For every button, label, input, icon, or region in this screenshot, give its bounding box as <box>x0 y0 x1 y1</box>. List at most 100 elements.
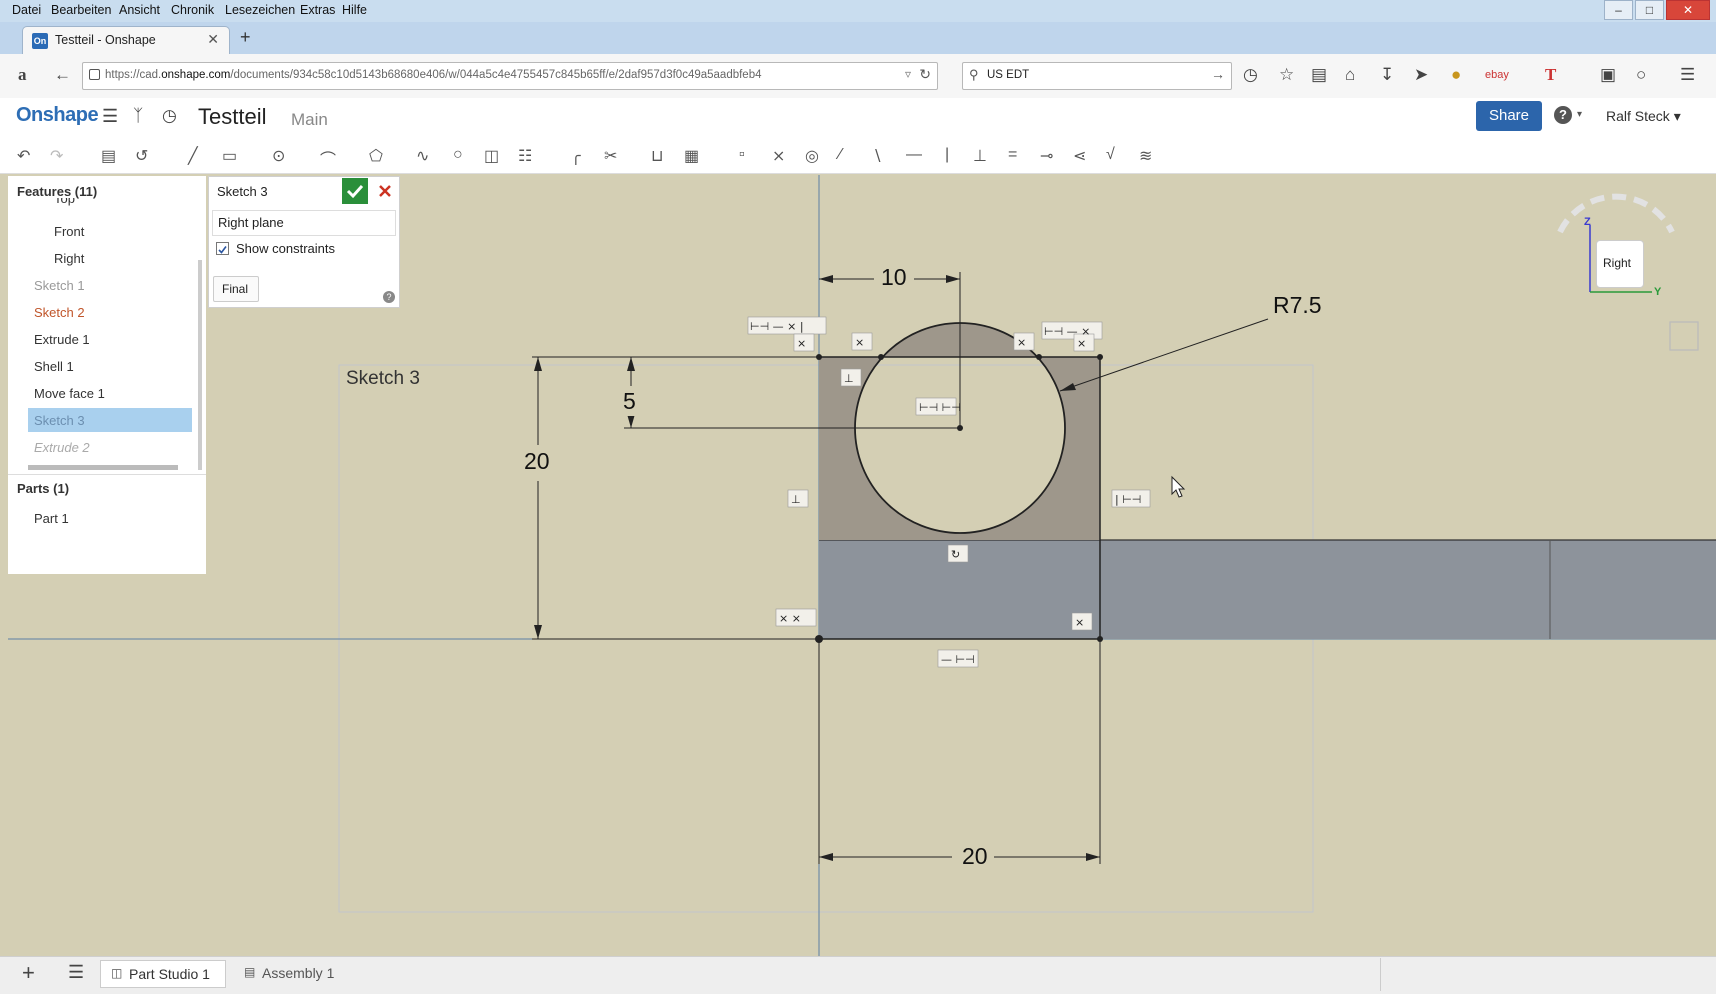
final-button[interactable]: Final <box>213 276 259 302</box>
menu-datei[interactable]: Datei <box>12 3 41 17</box>
chat-icon[interactable]: ○ <box>1636 65 1646 85</box>
sketch-dialog-title[interactable]: Sketch 3 <box>217 184 268 199</box>
menu-chronik[interactable]: Chronik <box>171 3 214 17</box>
mirror-icon[interactable]: ☷ <box>518 146 532 166</box>
search-bar[interactable]: ⚲ US EDT → <box>962 62 1232 90</box>
coincident-icon[interactable]: ⨯ <box>772 146 785 166</box>
offset-icon[interactable]: ⊔ <box>651 146 663 166</box>
circle-icon[interactable]: ⊙ <box>272 146 285 166</box>
feature-item-sketch-1[interactable]: Sketch 1 <box>34 278 85 293</box>
onshape-logo[interactable]: Onshape <box>16 104 99 127</box>
use-icon[interactable]: ↺ <box>135 146 148 166</box>
perpendicular-icon[interactable]: ⊥ <box>973 146 987 166</box>
new-tab-icon[interactable]: + <box>240 27 251 48</box>
feature-item-front[interactable]: Front <box>54 224 84 239</box>
feature-item-move-face-1[interactable]: Move face 1 <box>34 386 105 401</box>
dialog-help-icon[interactable]: ? <box>383 291 395 303</box>
bookmark-star-icon[interactable]: ☆ <box>1279 65 1294 85</box>
feature-item-extrude-1[interactable]: Extrude 1 <box>34 332 90 347</box>
parallel-icon[interactable]: ∕ <box>839 146 842 164</box>
spline-icon[interactable]: ∿ <box>416 146 429 166</box>
dimension-width-20[interactable]: 20 <box>962 843 988 870</box>
sketch-icon[interactable]: ▤ <box>101 146 116 166</box>
browser-tab[interactable]: On Testteil - Onshape ✕ <box>22 26 230 55</box>
history-clock-icon[interactable]: ◷ <box>162 106 177 126</box>
feature-item-sketch-3[interactable]: Sketch 3 <box>34 413 85 428</box>
share-button[interactable]: Share <box>1476 101 1542 131</box>
equal-icon[interactable]: = <box>1008 146 1017 164</box>
cancel-sketch-button[interactable] <box>374 178 396 204</box>
vertical-icon[interactable]: | <box>945 146 949 164</box>
trim-icon[interactable]: ✂ <box>604 146 617 166</box>
dimension-10[interactable]: 10 <box>881 264 907 291</box>
maximize-icon[interactable]: □ <box>1635 0 1664 20</box>
send-icon[interactable]: ➤ <box>1414 65 1428 85</box>
screenshot-icon[interactable]: ▣ <box>1600 65 1616 85</box>
user-menu[interactable]: Ralf Steck ▾ <box>1606 108 1681 125</box>
document-title[interactable]: Testteil <box>198 104 266 130</box>
hamburger-menu-icon[interactable]: ☰ <box>1680 65 1695 85</box>
construction-icon[interactable]: ◫ <box>484 146 499 166</box>
tangent-icon[interactable]: ∖ <box>872 146 882 166</box>
menu-hilfe[interactable]: Hilfe <box>342 3 367 17</box>
history-icon[interactable]: ◷ <box>1243 65 1258 85</box>
dimension-icon[interactable]: ▫ <box>739 146 745 164</box>
undo-icon[interactable]: ↶ <box>17 146 30 166</box>
search-go-icon[interactable]: → <box>1211 66 1225 82</box>
redo-icon[interactable]: ↷ <box>50 146 63 166</box>
menu-bearbeiten[interactable]: Bearbeiten <box>51 3 111 17</box>
concentric-icon[interactable]: ◎ <box>805 146 819 166</box>
polygon-icon[interactable]: ⬠ <box>369 146 383 166</box>
minimize-icon[interactable]: – <box>1604 0 1633 20</box>
midpoint-icon[interactable]: ⊸ <box>1040 146 1053 166</box>
arc-icon[interactable]: ⌒ <box>320 146 336 170</box>
confirm-sketch-button[interactable] <box>342 178 368 204</box>
fix-icon[interactable]: ≋ <box>1139 146 1152 166</box>
sketch-plane-field[interactable]: Right plane <box>212 210 396 236</box>
help-icon[interactable]: ? <box>1554 106 1572 124</box>
menu-extras[interactable]: Extras <box>300 3 335 17</box>
extension-icon[interactable]: ● <box>1451 65 1461 85</box>
tab-assembly-1[interactable]: ▤ Assembly 1 <box>234 960 344 986</box>
view-cube[interactable]: Right <box>1596 240 1644 288</box>
point-icon[interactable]: ○ <box>453 146 463 164</box>
reload-icon[interactable]: ↻ <box>919 66 931 83</box>
help-dropdown-icon[interactable]: ▾ <box>1577 109 1582 120</box>
search-input[interactable]: US EDT <box>987 69 1029 81</box>
dropdown-icon[interactable]: ▿ <box>905 67 911 81</box>
feature-list-hscrollbar[interactable] <box>28 465 178 470</box>
show-constraints-checkbox[interactable] <box>216 242 229 255</box>
fillet-icon[interactable]: ╭ <box>571 146 581 166</box>
part-item-1[interactable]: Part 1 <box>34 511 69 526</box>
menu-lesezeichen[interactable]: Lesezeichen <box>225 3 295 17</box>
dimension-radius[interactable]: R7.5 <box>1273 292 1322 319</box>
url-bar[interactable]: https://cad.onshape.com/documents/934c58… <box>82 62 938 90</box>
dimension-height-20[interactable]: 20 <box>524 448 550 475</box>
feature-item-extrude-2[interactable]: Extrude 2 <box>34 440 90 455</box>
download-icon[interactable]: ↧ <box>1380 65 1394 85</box>
pattern-icon[interactable]: ▦ <box>684 146 699 166</box>
back-icon[interactable]: ← <box>54 65 71 85</box>
menu-ansicht[interactable]: Ansicht <box>119 3 160 17</box>
ebay-icon[interactable]: ebay <box>1485 69 1509 81</box>
feature-item-top[interactable]: Top <box>54 198 75 206</box>
feature-item-shell-1[interactable]: Shell 1 <box>34 359 74 374</box>
tab-list-icon[interactable]: ☰ <box>68 962 84 983</box>
t-extension-icon[interactable]: T <box>1545 65 1556 85</box>
close-window-icon[interactable]: ✕ <box>1666 0 1710 20</box>
parts-heading[interactable]: Parts (1) <box>17 481 69 496</box>
reading-list-icon[interactable]: ▤ <box>1311 65 1327 85</box>
pierce-icon[interactable]: √ <box>1106 146 1115 164</box>
view-options-icon[interactable] <box>1669 321 1699 351</box>
show-constraints-label[interactable]: Show constraints <box>236 241 335 256</box>
feature-item-right[interactable]: Right <box>54 251 84 266</box>
circle-center[interactable] <box>957 425 963 431</box>
feature-list-scrollbar[interactable] <box>198 260 202 470</box>
feature-item-sketch-2[interactable]: Sketch 2 <box>34 305 85 320</box>
home-icon[interactable]: ⌂ <box>1345 65 1355 85</box>
amazon-icon[interactable]: a <box>18 65 27 85</box>
tab-part-studio-1[interactable]: ◫ Part Studio 1 <box>100 960 226 988</box>
normal-icon[interactable]: ⋖ <box>1073 146 1086 166</box>
branch-icon[interactable]: ᛉ <box>133 106 143 126</box>
tab-close-icon[interactable]: ✕ <box>207 31 219 48</box>
